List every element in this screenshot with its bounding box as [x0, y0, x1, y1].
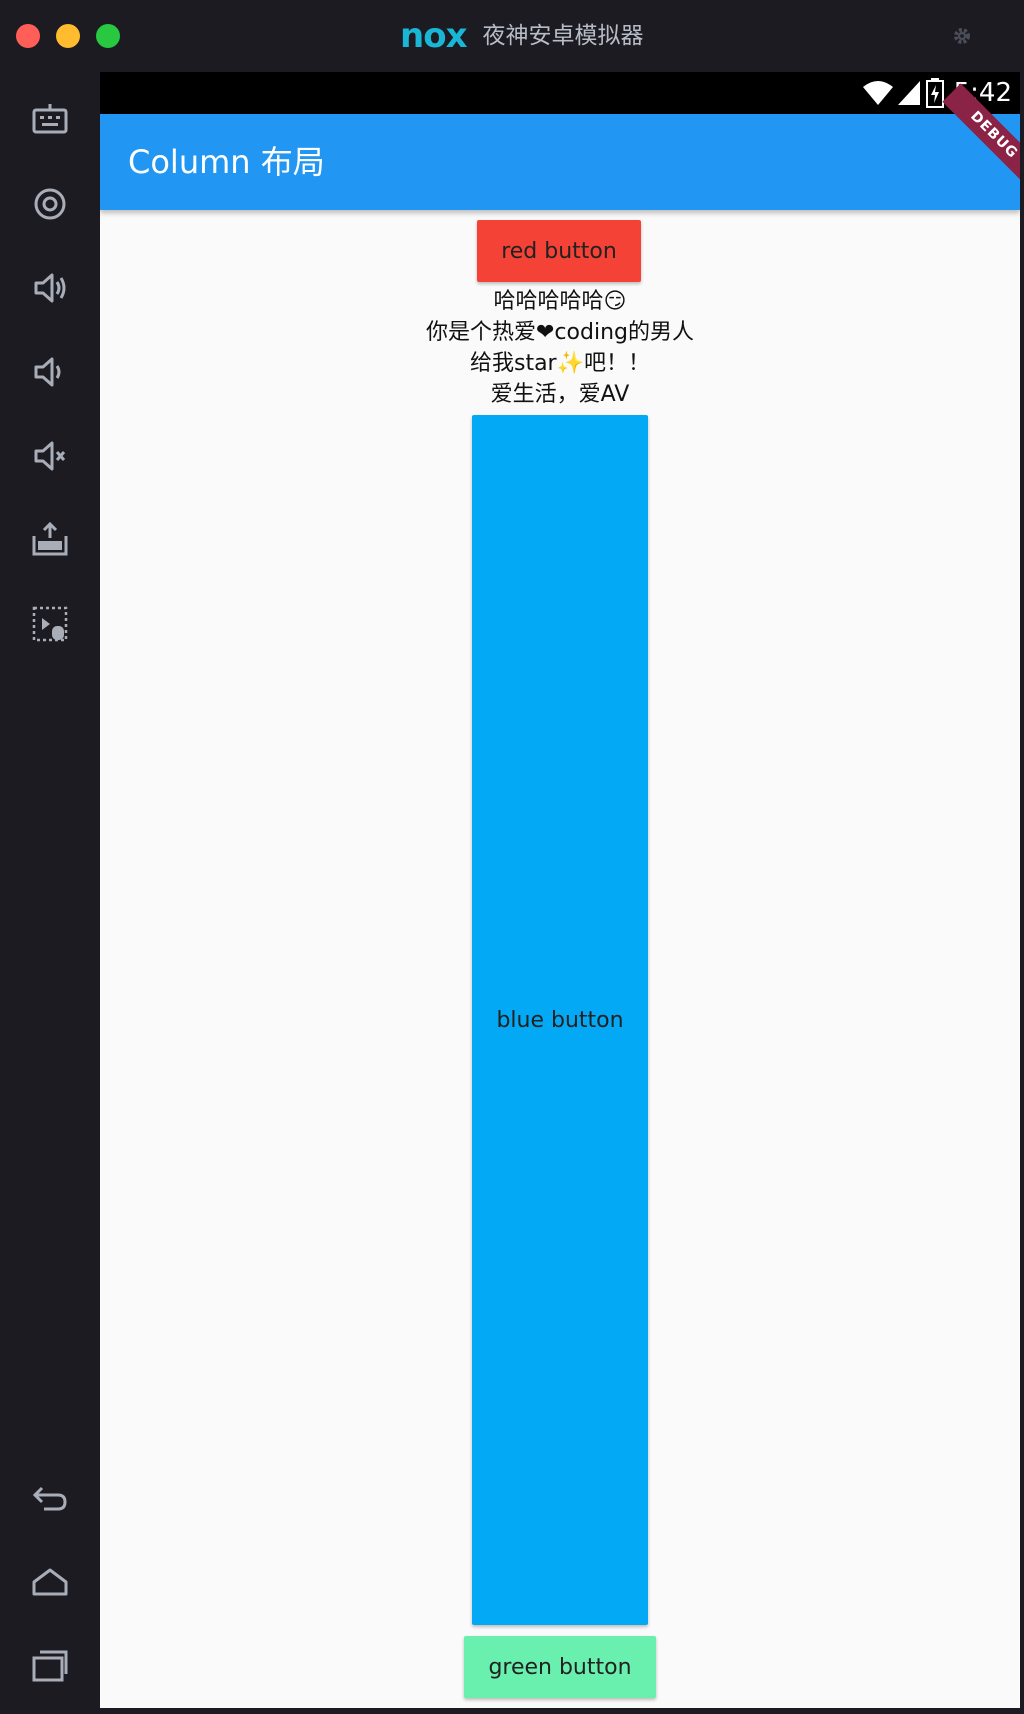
- red-button[interactable]: red button: [477, 220, 641, 282]
- text-line: 爱生活，爱AV: [490, 382, 630, 407]
- mute-icon[interactable]: [30, 436, 70, 476]
- emulator-window: nox 夜神安卓模拟器 5:42 Column 布局 DEBUG red but…: [0, 0, 1024, 1714]
- android-screen: 5:42 Column 布局 DEBUG red button 哈哈哈哈哈😏 你…: [100, 72, 1020, 1708]
- cell-signal-icon: [897, 81, 920, 105]
- app-brand: nox 夜神安卓模拟器: [400, 18, 644, 54]
- brand-name: 夜神安卓模拟器: [482, 23, 644, 49]
- gear-icon[interactable]: [950, 24, 974, 48]
- apk-install-icon[interactable]: [30, 520, 70, 560]
- emulator-sidebar: [0, 72, 100, 1714]
- title-bar: nox 夜神安卓模拟器: [0, 0, 1024, 72]
- text-line: 给我star✨吧！！: [469, 351, 650, 376]
- battery-icon: [925, 78, 944, 108]
- text-line: 哈哈哈哈哈😏: [493, 289, 627, 314]
- volume-up-icon[interactable]: [30, 268, 70, 308]
- green-button[interactable]: green button: [464, 1636, 656, 1698]
- macro-icon[interactable]: [30, 604, 70, 644]
- minimize-window-button[interactable]: [56, 24, 80, 48]
- recent-apps-icon[interactable]: [30, 1646, 70, 1686]
- close-window-button[interactable]: [16, 24, 40, 48]
- maximize-window-button[interactable]: [96, 24, 120, 48]
- nox-logo: nox: [400, 16, 467, 56]
- keyboard-icon[interactable]: [30, 100, 70, 140]
- page-title: Column 布局: [128, 143, 325, 181]
- column-layout: red button 哈哈哈哈哈😏 你是个热爱❤coding的男人 给我star…: [100, 210, 1020, 1708]
- text-line: 你是个热爱❤coding的男人: [426, 320, 694, 345]
- wifi-icon: [862, 81, 893, 105]
- back-icon[interactable]: [30, 1478, 70, 1518]
- volume-down-icon[interactable]: [30, 352, 70, 392]
- blue-button[interactable]: blue button: [472, 415, 648, 1625]
- status-bar: 5:42: [100, 72, 1020, 114]
- location-icon[interactable]: [30, 184, 70, 224]
- status-icons: 5:42: [862, 72, 1012, 114]
- text-block: 哈哈哈哈哈😏 你是个热爱❤coding的男人 给我star✨吧！！ 爱生活，爱A…: [100, 286, 1020, 410]
- home-icon[interactable]: [30, 1562, 70, 1602]
- app-bar: Column 布局 DEBUG: [100, 83, 1020, 210]
